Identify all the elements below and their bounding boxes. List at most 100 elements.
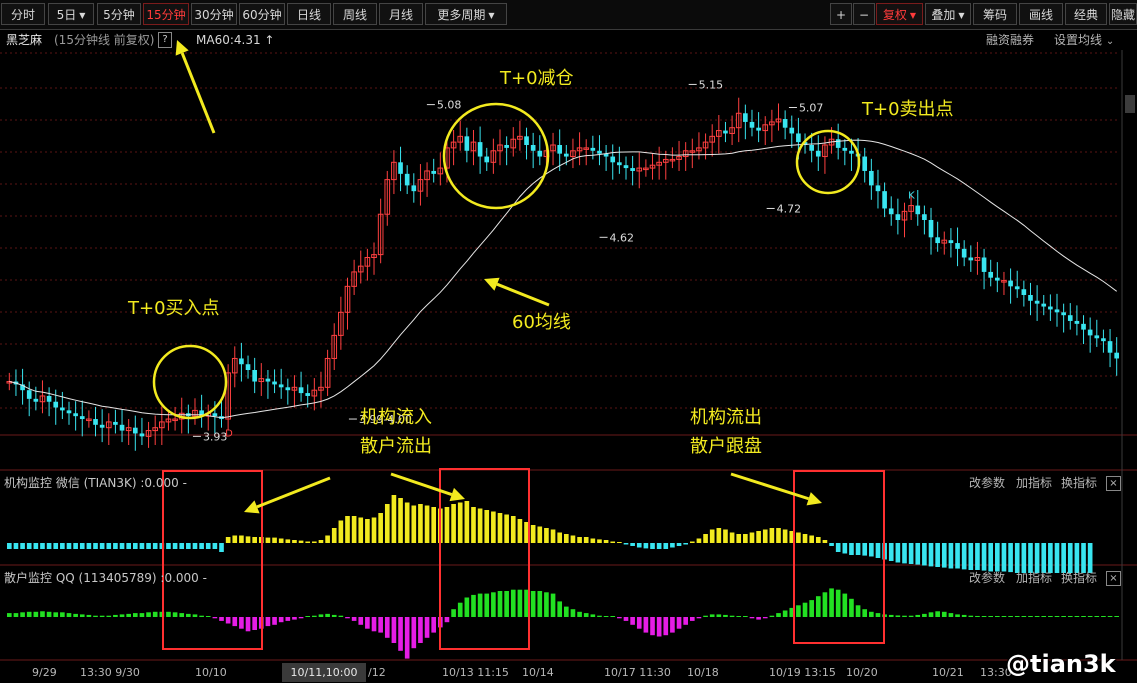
indicator-bar: [709, 614, 715, 617]
indicator-bar: [139, 613, 145, 617]
indicator-bar: [491, 511, 496, 543]
indicator-bar: [802, 534, 808, 543]
candle: [351, 259, 357, 295]
indicator-bar: [497, 591, 503, 617]
arrow-head: [806, 492, 822, 506]
indicator-bar: [849, 543, 854, 555]
indicator-bar: [537, 526, 543, 543]
indicator-bar: [13, 613, 19, 617]
indicator-bar: [113, 543, 118, 549]
candle-body: [411, 185, 417, 192]
indicator-bar: [570, 535, 576, 543]
indicator-bar: [431, 507, 437, 543]
indicator-bar: [935, 543, 940, 567]
candle: [225, 364, 231, 431]
candle: [298, 371, 304, 402]
candle: [497, 129, 503, 166]
indicator-bar: [40, 543, 45, 549]
indicator-bar: [477, 508, 483, 543]
indicator-bar: [404, 502, 410, 543]
x-label: 10/17 11:30: [604, 666, 671, 679]
candle: [424, 162, 430, 197]
candle-body: [33, 398, 39, 402]
price-label: 3.93: [203, 430, 228, 443]
indicator-bar: [563, 534, 569, 543]
retail-switch-indicator-button[interactable]: 换指标: [1061, 569, 1097, 587]
candle: [457, 120, 464, 151]
candle: [617, 146, 622, 174]
indicator-bar: [835, 589, 841, 617]
candle: [689, 138, 696, 169]
candle-body: [1041, 303, 1047, 307]
indicator-bar: [517, 519, 523, 543]
indicator-bar: [404, 617, 410, 659]
indicator-bar: [451, 609, 456, 617]
candle-body: [782, 119, 788, 128]
candle-body: [272, 381, 277, 385]
candle: [105, 413, 112, 445]
indicator-bar: [199, 543, 204, 549]
annotation-sell: T+0卖出点: [862, 99, 954, 120]
indicator-bar: [557, 532, 563, 543]
indicator-bar: [6, 543, 12, 549]
candle: [291, 375, 298, 408]
candle-body: [915, 205, 921, 215]
retail-edit-params-button[interactable]: 改参数: [969, 569, 1005, 587]
indicator-bar: [776, 613, 781, 617]
candle: [285, 378, 291, 405]
indicator-bar: [822, 540, 828, 543]
close-icon[interactable]: ×: [1106, 476, 1121, 491]
indicator-bar: [146, 612, 151, 617]
x-label: /12: [368, 666, 386, 679]
indicator-bar: [975, 615, 980, 617]
candle: [537, 135, 543, 166]
candle: [417, 164, 424, 206]
indicator-bar: [132, 613, 138, 617]
candle: [231, 346, 238, 388]
indicator-bar: [99, 543, 105, 549]
indicator-bar: [152, 611, 158, 617]
x-label: 10/19 13:15: [769, 666, 836, 679]
candle-body: [1081, 323, 1086, 330]
indicator-bar: [252, 537, 257, 543]
candle-body: [265, 378, 271, 382]
candle: [1101, 329, 1106, 353]
candle: [450, 130, 457, 166]
candle: [192, 398, 198, 425]
indicator-bar: [510, 516, 516, 543]
indicator-bar: [875, 613, 881, 617]
candle: [649, 153, 656, 180]
close-icon[interactable]: ×: [1106, 571, 1121, 586]
candle: [265, 370, 271, 399]
indicator-bar: [172, 543, 178, 549]
candle: [404, 165, 410, 195]
inst-add-indicator-button[interactable]: 加指标: [1016, 474, 1052, 492]
indicator-bar: [331, 528, 337, 543]
candle: [882, 182, 887, 218]
indicator-bar: [504, 591, 509, 617]
candle-body: [298, 387, 304, 394]
candle-body: [815, 150, 821, 157]
indicator-bar: [245, 536, 251, 543]
inst-switch-indicator-button[interactable]: 换指标: [1061, 474, 1097, 492]
indicator-bar: [139, 543, 145, 549]
indicator-bar: [172, 612, 178, 617]
candle: [73, 401, 78, 431]
indicator-bar: [908, 543, 914, 564]
candle-body: [597, 150, 602, 154]
retail-add-indicator-button[interactable]: 加指标: [1016, 569, 1052, 587]
candle-body: [46, 395, 52, 402]
indicator-bar: [762, 529, 768, 543]
candle-body: [1014, 286, 1020, 290]
indicator-bar: [1008, 616, 1013, 617]
indicator-bar: [1101, 616, 1106, 617]
indicator-bar: [928, 612, 934, 617]
candle: [1054, 293, 1060, 327]
indicator-bar: [895, 615, 901, 617]
inst-edit-params-button[interactable]: 改参数: [969, 474, 1005, 492]
annotation-buy: T+0买入点: [128, 298, 220, 319]
candle: [119, 409, 125, 443]
indicator-bar: [457, 502, 463, 543]
indicator-bar: [557, 601, 563, 617]
indicator-bar: [13, 543, 19, 549]
